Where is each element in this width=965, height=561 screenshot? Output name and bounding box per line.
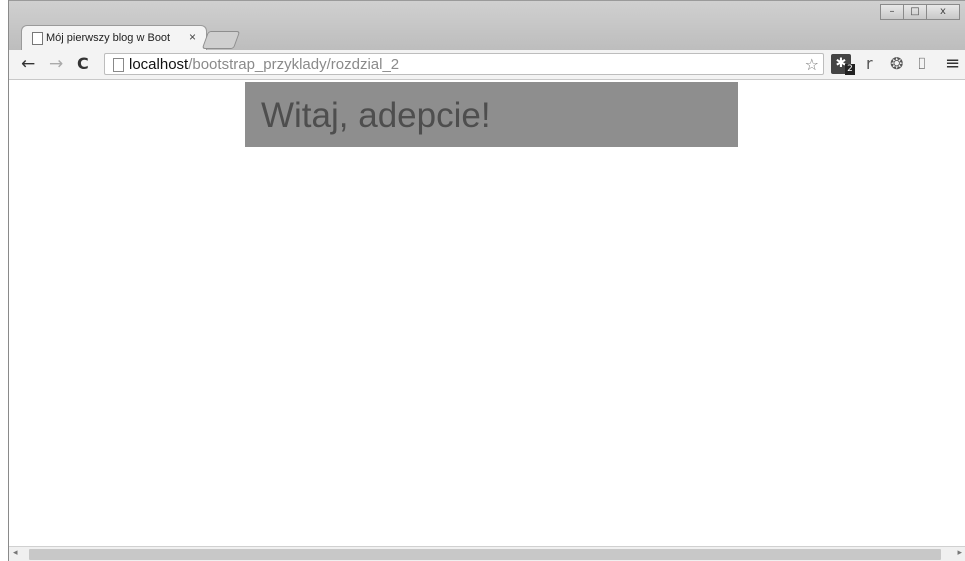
new-tab-button[interactable]: [201, 31, 241, 49]
window-controls: – □ x: [880, 4, 960, 20]
browser-window: Mój pierwszy blog w Boot × – □ x ← → C l…: [8, 0, 965, 561]
browser-toolbar: ← → C localhost/bootstrap_przyklady/rozd…: [9, 50, 965, 80]
reload-icon[interactable]: C: [77, 55, 89, 73]
chrome-extension-icon[interactable]: ❂: [890, 54, 903, 74]
jumbotron: Witaj, adepcie!: [245, 82, 738, 147]
minimize-button[interactable]: –: [880, 4, 904, 20]
url-path: /bootstrap_przyklady/rozdzial_2: [188, 56, 400, 73]
url-host: localhost: [129, 56, 189, 73]
menu-icon[interactable]: ≡: [945, 54, 960, 74]
cast-icon[interactable]: ⌷: [917, 54, 927, 74]
extension-badge-count: 2: [845, 64, 855, 75]
scrollbar-thumb[interactable]: [29, 549, 941, 560]
url-text: localhost/bootstrap_przyklady/rozdzial_2: [129, 56, 399, 73]
tab-strip: Mój pierwszy blog w Boot × – □ x: [9, 0, 965, 51]
maximize-button[interactable]: □: [903, 4, 927, 20]
r-extension-icon[interactable]: r: [866, 54, 873, 74]
tab-close-icon[interactable]: ×: [189, 30, 196, 44]
scroll-left-arrow-icon[interactable]: ◂: [13, 548, 18, 558]
forward-arrow-icon[interactable]: →: [49, 55, 63, 73]
page-content: Witaj, adepcie!: [9, 80, 965, 546]
back-arrow-icon[interactable]: ←: [21, 55, 35, 73]
tab-title: Mój pierwszy blog w Boot: [46, 32, 171, 44]
bookmark-star-icon[interactable]: ☆: [805, 55, 819, 74]
jumbotron-heading: Witaj, adepcie!: [261, 96, 491, 135]
page-icon: [113, 58, 124, 72]
horizontal-scrollbar[interactable]: ◂ ▸: [9, 546, 965, 561]
scroll-right-arrow-icon[interactable]: ▸: [957, 548, 962, 558]
tab-active[interactable]: Mój pierwszy blog w Boot ×: [21, 25, 207, 51]
page-icon: [32, 32, 43, 45]
close-button[interactable]: x: [926, 4, 960, 20]
address-bar[interactable]: localhost/bootstrap_przyklady/rozdzial_2…: [104, 53, 824, 75]
